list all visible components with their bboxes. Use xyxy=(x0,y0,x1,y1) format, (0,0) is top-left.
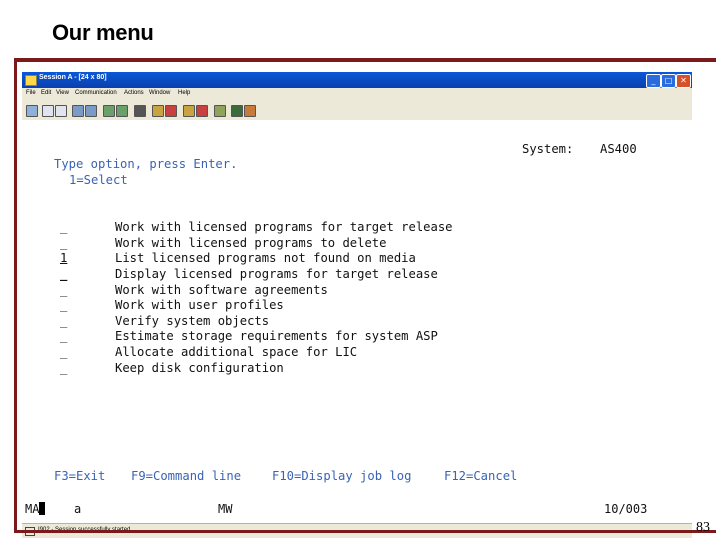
option-label: List licensed programs not found on medi… xyxy=(115,251,416,265)
option-input[interactable]: _ xyxy=(60,298,67,312)
option-input[interactable]: _ xyxy=(60,345,67,359)
system-label: System: xyxy=(522,142,574,156)
option-label: Allocate additional space for LIC xyxy=(115,345,358,359)
menu-communication[interactable]: Communication xyxy=(75,90,117,96)
emulator-window: Session A - [24 x 80] _ □ ✕ File Edit Vi… xyxy=(22,72,692,538)
operator-info-area: MA a MW 10/003 xyxy=(22,502,692,518)
option-input[interactable]: _ xyxy=(60,361,67,375)
globe-icon[interactable] xyxy=(231,105,243,117)
slide-title: Our menu xyxy=(52,20,154,45)
option-input[interactable]: _ xyxy=(60,267,67,281)
status-mw: MW xyxy=(218,502,233,516)
option-label: Estimate storage requirements for system… xyxy=(115,329,438,343)
transfer-icon[interactable] xyxy=(183,105,195,117)
option-label: Verify system objects xyxy=(115,314,270,328)
terminal-screen[interactable]: System: AS400 Type option, press Enter. … xyxy=(22,120,692,495)
menu-edit[interactable]: Edit xyxy=(41,90,51,96)
menu-file[interactable]: File xyxy=(26,90,36,96)
macro-play-icon[interactable] xyxy=(152,105,164,117)
system-value: AS400 xyxy=(600,142,637,156)
macro-stop-icon[interactable] xyxy=(165,105,177,117)
option-input[interactable]: _ xyxy=(60,314,67,328)
fkey-f3[interactable]: F3=Exit xyxy=(54,469,105,483)
minimize-button[interactable]: _ xyxy=(646,74,661,88)
paste-icon[interactable] xyxy=(55,105,67,117)
session-app-icon xyxy=(25,75,37,86)
toolbar xyxy=(22,100,692,121)
left-border xyxy=(14,62,17,532)
keypad-icon[interactable] xyxy=(116,105,128,117)
option-label: Keep disk configuration xyxy=(115,361,284,375)
option-input[interactable]: _ xyxy=(60,329,67,343)
fkey-f9[interactable]: F9=Command line xyxy=(131,469,241,483)
page-number: 83 xyxy=(696,520,710,535)
menu-bar: File Edit View Communication Actions Win… xyxy=(22,88,692,100)
option-input[interactable]: _ xyxy=(60,283,67,297)
bottom-rule xyxy=(14,530,716,533)
instruction-text: Type option, press Enter. xyxy=(54,157,238,171)
copy-icon[interactable] xyxy=(42,105,54,117)
menu-help[interactable]: Help xyxy=(178,90,190,96)
record-icon[interactable] xyxy=(134,105,146,117)
print-screen-icon[interactable] xyxy=(26,105,38,117)
send-icon[interactable] xyxy=(72,105,84,117)
customize-icon[interactable] xyxy=(214,105,226,117)
option-input[interactable]: 1 xyxy=(60,251,67,265)
window-titlebar[interactable]: Session A - [24 x 80] _ □ ✕ xyxy=(22,72,692,88)
menu-window[interactable]: Window xyxy=(149,90,170,96)
cursor-block xyxy=(39,502,46,515)
option-label: Work with user profiles xyxy=(115,298,284,312)
status-ma: MA xyxy=(25,502,46,516)
option-label: Work with licensed programs for target r… xyxy=(115,220,453,234)
menu-view[interactable]: View xyxy=(56,90,69,96)
display-icon[interactable] xyxy=(103,105,115,117)
option-label: Display licensed programs for target rel… xyxy=(115,267,438,281)
option-input[interactable]: _ xyxy=(60,220,67,234)
cursor-position: 10/003 xyxy=(604,502,648,516)
menu-actions[interactable]: Actions xyxy=(124,90,144,96)
maximize-button[interactable]: □ xyxy=(661,74,676,88)
fkey-f12[interactable]: F12=Cancel xyxy=(444,469,517,483)
option-label: Work with licensed programs to delete xyxy=(115,236,387,250)
option-label: Work with software agreements xyxy=(115,283,328,297)
transfer-stop-icon[interactable] xyxy=(196,105,208,117)
edit-pencil-icon[interactable] xyxy=(244,105,256,117)
window-title: Session A - [24 x 80] xyxy=(39,74,107,81)
status-a: a xyxy=(74,502,82,516)
receive-icon[interactable] xyxy=(85,105,97,117)
title-rule xyxy=(14,58,716,62)
option-input[interactable]: _ xyxy=(60,236,67,250)
close-button[interactable]: ✕ xyxy=(676,74,691,88)
fkey-f10[interactable]: F10=Display job log xyxy=(272,469,411,483)
option-hint: 1=Select xyxy=(69,173,128,187)
